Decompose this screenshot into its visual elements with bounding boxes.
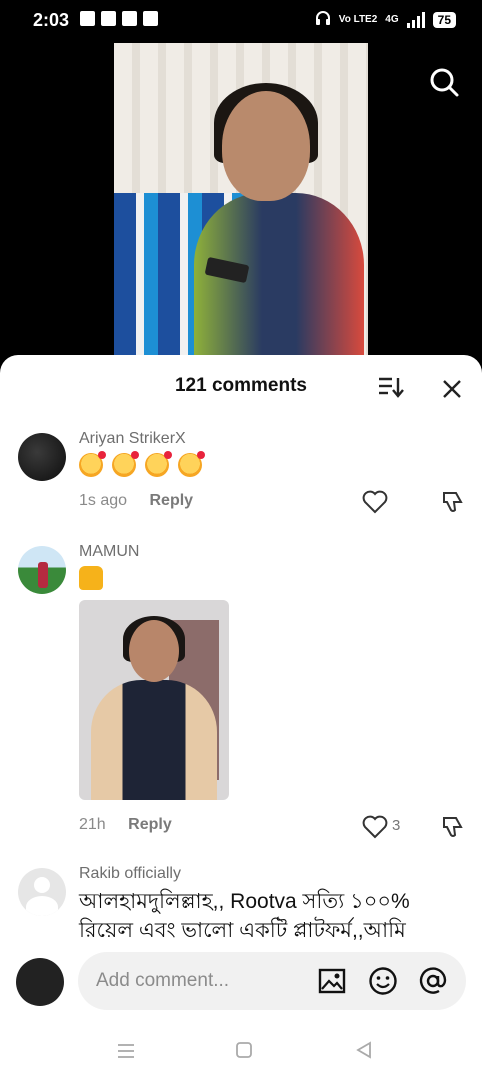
- comment-author[interactable]: Ariyan StrikerX: [79, 430, 186, 448]
- home-icon[interactable]: [236, 1042, 252, 1058]
- like-count: 3: [392, 817, 401, 834]
- comment-text: [79, 450, 469, 479]
- comment-meta: 21h Reply: [79, 816, 172, 834]
- sort-icon[interactable]: [378, 375, 404, 399]
- v-app-icon: [101, 11, 116, 26]
- comments-count-title: 121 comments: [174, 375, 307, 396]
- avatar[interactable]: [18, 546, 66, 594]
- comment-meta: 1s ago Reply: [79, 492, 193, 510]
- menu-icon[interactable]: [116, 1042, 136, 1060]
- battery-level: 75: [432, 11, 456, 28]
- smiling-face-with-hearts-icon: [177, 451, 205, 478]
- emoji-icon[interactable]: [368, 966, 398, 996]
- dislike-icon[interactable]: [440, 815, 466, 839]
- comment-image[interactable]: [79, 600, 229, 800]
- dislike-icon[interactable]: [440, 490, 466, 514]
- play-icon: [143, 11, 158, 26]
- thumbs-up-icon: [79, 566, 103, 591]
- comment-placeholder: Add comment...: [96, 970, 230, 991]
- avatar[interactable]: [18, 433, 66, 481]
- like-icon[interactable]: [362, 815, 388, 839]
- comment-text: আলহামদুলিল্লাহ,, Rootva সত্যি ১০০% রিয়ে…: [79, 890, 410, 942]
- like-icon[interactable]: [362, 490, 388, 514]
- volte-label: Vo LTE2: [338, 14, 378, 25]
- comment-author[interactable]: Rakib officially: [79, 865, 181, 883]
- smiling-face-with-hearts-icon: [79, 451, 106, 478]
- comment-author[interactable]: MAMUN: [79, 543, 139, 561]
- cast-icon: [122, 11, 137, 26]
- reply-button[interactable]: Reply: [150, 492, 194, 509]
- comment-text: [79, 563, 469, 592]
- comments-header: 121 comments: [0, 355, 482, 415]
- avatar: [16, 958, 64, 1006]
- image-icon[interactable]: [318, 968, 346, 994]
- at-icon[interactable]: [418, 966, 448, 996]
- search-icon[interactable]: [428, 66, 460, 98]
- back-icon[interactable]: [354, 1040, 374, 1060]
- status-time: 2:03: [33, 10, 70, 30]
- book-icon: [80, 11, 95, 26]
- signal-icon: [406, 11, 425, 28]
- avatar[interactable]: [18, 868, 66, 916]
- comment-time: 1s ago: [79, 492, 128, 509]
- status-bar: 2:03 Vo LTE2 4G 75: [0, 0, 482, 40]
- comment-input[interactable]: Add comment...: [78, 952, 466, 1010]
- smiling-face-with-hearts-icon: [144, 451, 172, 478]
- close-icon[interactable]: [440, 377, 464, 401]
- reply-button[interactable]: Reply: [128, 816, 172, 833]
- headphones-icon: [315, 10, 331, 29]
- network-type: 4G: [385, 14, 399, 25]
- smiling-face-with-hearts-icon: [111, 451, 139, 478]
- video-player[interactable]: [114, 43, 368, 363]
- comment-time: 21h: [79, 816, 106, 833]
- system-nav-bar: [0, 1020, 482, 1080]
